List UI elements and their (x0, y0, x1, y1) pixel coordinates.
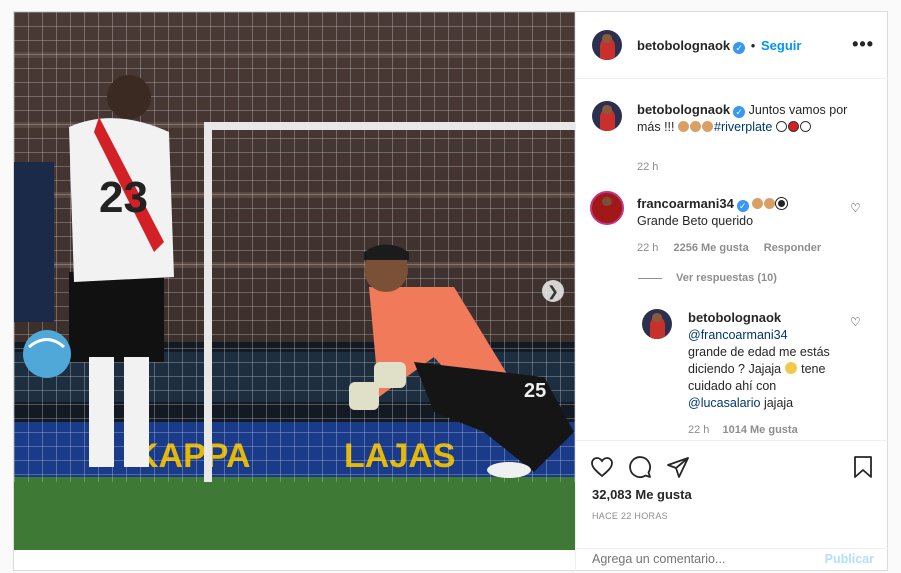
comment-text: Grande Beto querido (637, 214, 754, 228)
reply-text-line: tene (801, 362, 826, 376)
reply-avatar[interactable] (642, 309, 672, 339)
publish-button[interactable]: Publicar (825, 552, 874, 566)
reply-author[interactable]: betobolognaok (688, 310, 781, 325)
laughing-emoji-icon (784, 362, 797, 374)
replies-divider (638, 277, 662, 279)
reply-button[interactable]: Responder (764, 242, 821, 254)
comment-likes[interactable]: 2256 Me gusta (673, 242, 748, 254)
verified-icon: ✓ (733, 42, 746, 54)
comments-list: betobolognaok ✓ Juntos vamos por más !!! … (576, 79, 888, 439)
emoji-icons (752, 197, 789, 211)
caption-avatar[interactable] (592, 101, 622, 131)
heart-icon[interactable] (590, 455, 614, 479)
post-header: betobolognaok ✓ • Seguir ••• (576, 12, 888, 79)
mention-link[interactable]: @francoarmani34 (688, 328, 788, 342)
action-bar: 32,083 Me gusta HACE 22 HORAS (576, 440, 888, 549)
mention-link[interactable]: @lucasalario (688, 396, 760, 410)
reply-text-line: grande de edad me estás (688, 345, 830, 359)
hashtag-link[interactable]: #riverplate (714, 120, 772, 134)
separator-dot: • (750, 38, 756, 53)
reply-1: betobolognaok @francoarmani34 grande de … (688, 309, 858, 412)
post-image[interactable]: KAPPA LAJAS 23 (14, 12, 575, 550)
comment-input[interactable] (590, 551, 794, 567)
add-comment-bar: Publicar (576, 548, 888, 573)
comment-author[interactable]: francoarmani34 (637, 196, 734, 211)
svg-text:23: 23 (99, 173, 148, 222)
reply-text-line: diciendo ? Jajaja (688, 362, 782, 376)
comment-like-heart-icon[interactable]: ♡ (850, 201, 861, 215)
post-sidebar: betobolognaok ✓ • Seguir ••• betobolognao… (575, 12, 888, 572)
post-timestamp[interactable]: HACE 22 HORAS (592, 511, 668, 521)
muscle-emoji-icon (678, 120, 714, 134)
reply-text-line: cuidado ahí con (688, 379, 777, 393)
bookmark-icon[interactable] (852, 455, 874, 479)
reply-time[interactable]: 22 h (688, 424, 709, 436)
svg-text:25: 25 (524, 380, 546, 402)
commenter-avatar[interactable] (590, 191, 624, 225)
caption-time[interactable]: 22 h (637, 161, 658, 173)
avatar[interactable] (592, 30, 622, 60)
comment-icon[interactable] (628, 455, 652, 479)
verified-icon: ✓ (736, 200, 749, 212)
likes-count[interactable]: 32,083 Me gusta (592, 487, 692, 502)
follow-button[interactable]: Seguir (761, 38, 801, 53)
caption: betobolognaok ✓ Juntos vamos por más !!! … (637, 101, 872, 136)
reply-text-line: jajaja (763, 396, 794, 410)
caption-author[interactable]: betobolognaok (637, 102, 730, 117)
view-replies-label: Ver respuestas (10) (676, 272, 777, 284)
verified-icon: ✓ (733, 106, 746, 118)
comment-time[interactable]: 22 h (637, 242, 658, 254)
reply-meta: 22 h 1014 Me gusta (688, 424, 798, 436)
author-username[interactable]: betobolognaok (637, 38, 730, 53)
share-icon[interactable] (666, 455, 690, 479)
view-replies-button[interactable]: Ver respuestas (10) (638, 272, 777, 284)
caption-text-2: más !!! (637, 120, 675, 134)
post-card: KAPPA LAJAS 23 (13, 11, 888, 572)
comment-meta: 22 h 2256 Me gusta Responder (637, 242, 821, 254)
more-options-icon[interactable]: ••• (852, 34, 874, 55)
reply-like-heart-icon[interactable]: ♡ (850, 315, 861, 329)
chevron-right-icon[interactable]: ❯ (542, 280, 564, 302)
soccer-photo: KAPPA LAJAS 23 (14, 12, 575, 550)
circles-emoji-icon (775, 120, 812, 134)
comment-1: francoarmani34 ✓ Grande Beto querido (637, 195, 857, 230)
caption-text: Juntos vamos por (748, 103, 848, 117)
header-username-row: betobolognaok ✓ • Seguir (637, 38, 801, 54)
reply-likes[interactable]: 1014 Me gusta (722, 424, 797, 436)
